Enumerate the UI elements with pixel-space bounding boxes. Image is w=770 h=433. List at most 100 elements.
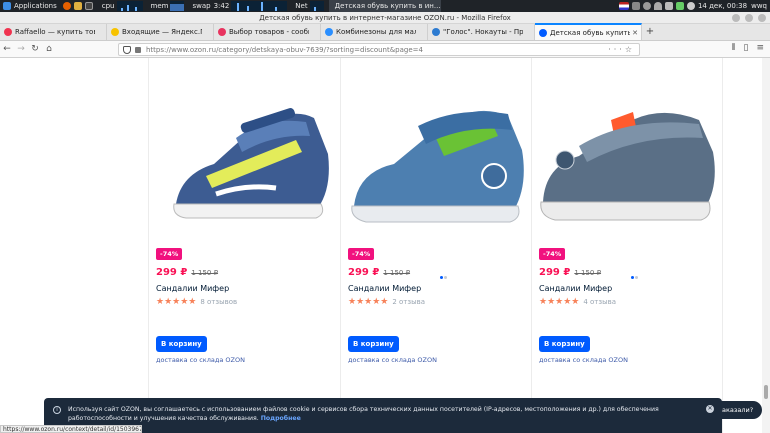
discount-badge: -74% [539,248,566,260]
product-image-sandal[interactable] [348,76,536,236]
tab-label: Детская обувь купить в инт [550,28,630,37]
tab-label: Выбор товаров - сообщест [229,28,309,36]
home-icon[interactable]: ⌂ [42,44,56,54]
window-task-button[interactable]: Детская обувь купить в ин... [328,0,441,12]
tab-strip: Raffaello — купить товары б Входящие — Я… [0,23,770,41]
clock[interactable]: 14 дек, 00:38 [698,2,747,10]
old-price: 1 150 ₽ [191,269,219,277]
rating-stars: ★★★★★ [539,297,580,307]
delivery-info: доставка со склада OZON [348,356,437,364]
toolbar-right: ⫴ ▯ ≡ [732,43,764,53]
status-bar-url: https://www.ozon.ru/context/detail/id/15… [0,425,142,433]
tab-favicon-icon [111,28,119,36]
volume-icon[interactable] [664,2,673,10]
terminal-launcher-icon[interactable] [84,2,93,10]
page-actions-icon[interactable]: ···☆ [608,45,635,54]
reviews-count[interactable]: 8 отзывов [200,298,237,306]
net-label: Net [295,2,308,10]
address-bar[interactable]: https://www.ozon.ru/category/detskaya-ob… [118,43,640,56]
cookie-consent-banner: i Используя сайт OZON, вы соглашаетесь с… [44,398,722,433]
reviews-count[interactable]: 4 отзыва [583,298,616,306]
product-image-sandal[interactable] [156,76,344,236]
product-card[interactable]: -74% 299 ₽1 150 ₽ Сандалии Мифер ★★★★★ 4 … [539,58,727,388]
close-icon[interactable]: ✕ [706,405,714,413]
reviews-count[interactable]: 2 отзыва [392,298,425,306]
tab-favicon-icon [432,28,440,36]
tab-ozon-active[interactable]: Детская обувь купить в инт✕ [535,23,642,40]
add-to-cart-button[interactable]: В корзину [539,336,590,352]
menu-icon[interactable]: ≡ [756,43,764,53]
product-name[interactable]: Сандалии Мифер [539,284,612,293]
image-carousel-dots[interactable] [631,264,639,283]
sidebar-icon[interactable]: ▯ [744,43,749,53]
product-card[interactable]: -74% 299 ₽1 150 ₽ Сандалии Мифер ★★★★★ 2 … [348,58,536,388]
window-title: Детская обувь купить в интернет-магазине… [259,14,511,22]
navigation-toolbar: ← → ↻ ⌂ https://www.ozon.ru/category/det… [0,41,770,58]
applications-menu[interactable]: Applications [0,0,60,12]
tracking-shield-icon[interactable] [123,45,131,54]
firefox-launcher-icon[interactable] [62,2,71,10]
cpu-label: cpu [101,2,115,10]
consent-more-link[interactable]: Подробнее [261,415,301,422]
forward-icon[interactable]: → [14,44,28,54]
tab-favicon-icon [218,28,226,36]
folder-launcher-icon[interactable] [73,2,82,10]
add-to-cart-button[interactable]: В корзину [348,336,399,352]
close-window-icon[interactable] [758,14,766,22]
window-titlebar: Детская обувь купить в интернет-магазине… [0,12,770,24]
net-monitor: Net [292,0,328,12]
net-graph [309,1,324,11]
back-icon[interactable]: ← [0,44,14,54]
delivery-info: доставка со склада OZON [156,356,245,364]
tab-yandex-mail[interactable]: Входящие — Яндекс.Почта [107,24,214,40]
battery-icon[interactable] [675,2,684,10]
reload-icon[interactable]: ↻ [28,44,42,54]
rating: ★★★★★ 8 отзывов [156,297,237,307]
image-carousel-dots[interactable] [440,264,448,283]
page-content: -74% 299 ₽1 150 ₽ Сандалии Мифер ★★★★★ 8 … [0,58,770,433]
current-price: 299 ₽ [156,267,188,278]
wifi-icon[interactable] [653,2,662,10]
library-icon[interactable]: ⫴ [732,43,736,53]
product-image-sandal[interactable] [539,76,727,236]
page-scrollbar[interactable] [762,58,770,433]
add-to-cart-button[interactable]: В корзину [156,336,207,352]
applications-icon [3,2,11,10]
swap-time: 3:42 [213,2,230,10]
flag-icon[interactable] [618,2,629,10]
product-name[interactable]: Сандалии Мифер [348,284,421,293]
current-price: 299 ₽ [539,267,571,278]
tab-label: Комбинезоны для мальчи [336,28,416,36]
system-taskbar: Applications cpu mem swap 3:42 Net Детск… [0,0,770,12]
launcher-icons [60,0,99,12]
tab-raffaello[interactable]: Raffaello — купить товары б [0,24,107,40]
tab-overalls[interactable]: Комбинезоны для мальчи [321,24,428,40]
rating: ★★★★★ 2 отзыва [348,297,425,307]
tab-golos[interactable]: "Голос". Нокауты - Прямой [428,24,535,40]
user-label[interactable]: wwq [751,2,767,10]
discount-badge: -74% [348,248,375,260]
lock-icon[interactable] [135,46,141,53]
tab-label: Входящие — Яндекс.Почта [122,28,202,36]
tab-favicon-icon [4,28,12,36]
scrollbar-thumb[interactable] [764,385,768,399]
tab-favicon-icon [539,28,547,37]
url-text[interactable]: https://www.ozon.ru/category/detskaya-ob… [146,46,423,54]
swap-label: swap [192,2,211,10]
rating-stars: ★★★★★ [348,297,389,307]
close-tab-icon[interactable]: ✕ [632,29,638,37]
tab-community[interactable]: Выбор товаров - сообщест [214,24,321,40]
price: 299 ₽1 150 ₽ [348,267,410,278]
new-tab-button[interactable]: + [642,24,658,40]
product-card[interactable]: -74% 299 ₽1 150 ₽ Сандалии Мифер ★★★★★ 8 … [156,58,344,388]
mail-icon[interactable] [631,2,640,10]
chat-icon[interactable] [642,2,651,10]
maximize-icon[interactable] [745,14,753,22]
minimize-icon[interactable] [732,14,740,22]
applications-label: Applications [14,2,57,10]
tab-favicon-icon [325,28,333,36]
tray: 14 дек, 00:38 wwq [616,0,770,12]
power-icon[interactable] [686,2,695,10]
mem-label: mem [150,2,169,10]
product-name[interactable]: Сандалии Мифер [156,284,229,293]
